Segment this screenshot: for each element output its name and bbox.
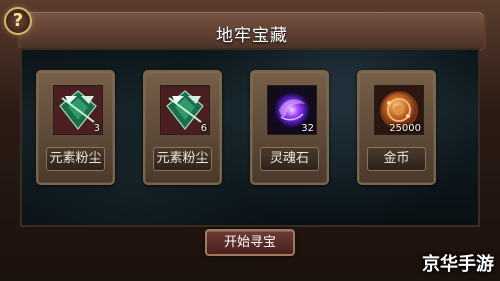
reward-item-soul-stone[interactable]: 32 灵魂石 [250,70,329,185]
item-count: 3 [93,123,100,134]
item-slot: 32 [267,85,317,135]
item-slot: 3 [53,85,103,135]
item-name: 金币 [367,147,426,171]
item-count: 32 [301,123,314,134]
item-slot: 25000 [374,85,424,135]
item-slot: 6 [160,85,210,135]
reward-item-element-dust-1[interactable]: 3 元素粉尘 [36,70,115,185]
watermark-logo: 京华手游 [422,254,494,275]
title-bar: 地牢宝藏 [18,10,486,52]
item-name: 灵魂石 [260,147,319,171]
item-count: 6 [200,123,207,134]
start-treasure-hunt-button[interactable]: 开始寻宝 [205,229,295,256]
reward-item-gold-coin[interactable]: 25000 金币 [357,70,436,185]
item-name: 元素粉尘 [153,147,212,171]
help-icon[interactable]: ? [4,7,32,35]
reward-item-element-dust-2[interactable]: 6 元素粉尘 [143,70,222,185]
item-name: 元素粉尘 [46,147,105,171]
dialog-title: 地牢宝藏 [216,26,288,46]
item-count: 25000 [389,123,421,134]
dialog-frame: 地牢宝藏 ? 3 元素粉尘 6 元素粉尘 32 灵魂石 25000 金币 开始寻… [0,0,500,281]
